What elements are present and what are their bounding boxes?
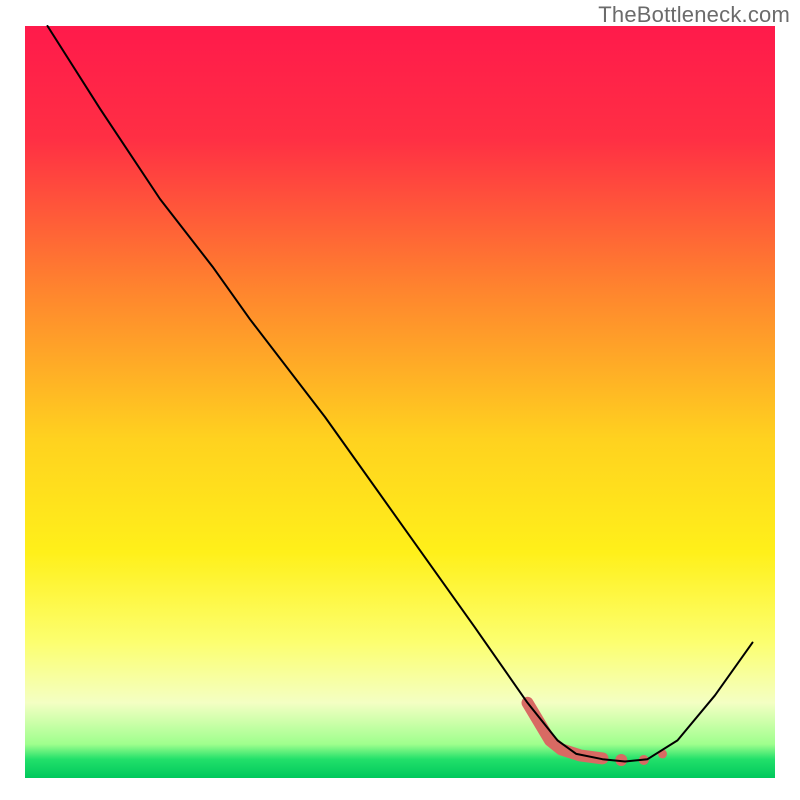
gradient-background [25,26,775,778]
chart-canvas [0,0,800,800]
chart-root: TheBottleneck.com [0,0,800,800]
watermark-text: TheBottleneck.com [598,2,790,28]
